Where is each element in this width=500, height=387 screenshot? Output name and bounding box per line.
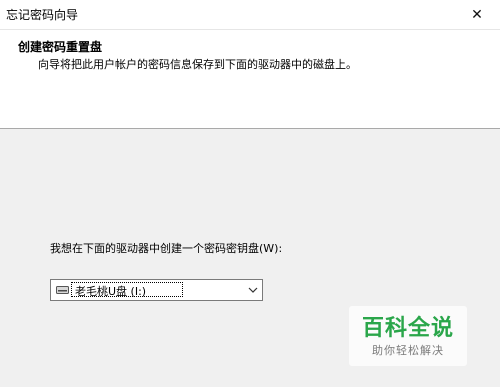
drive-prompt-label: 我想在下面的驱动器中创建一个密码密钥盘(W): (50, 242, 283, 255)
close-icon: ✕ (471, 6, 483, 23)
window-title: 忘记密码向导 (6, 8, 79, 22)
watermark-subtitle: 助你轻松解决 (372, 344, 444, 357)
wizard-header: 创建密码重置盘 向导将把此用户帐户的密码信息保存到下面的驱动器中的磁盘上。 (0, 30, 500, 129)
drive-select[interactable]: 老毛桃U盘 (I:) (50, 279, 263, 301)
close-button[interactable]: ✕ (454, 0, 500, 29)
chevron-down-icon[interactable] (248, 285, 258, 295)
title-bar: 忘记密码向导 ✕ (0, 0, 500, 30)
watermark-logo: 百科全说 助你轻松解决 (349, 306, 467, 366)
page-heading: 创建密码重置盘 (18, 40, 103, 54)
usb-drive-icon (56, 286, 69, 294)
page-description: 向导将把此用户帐户的密码信息保存到下面的驱动器中的磁盘上。 (38, 58, 357, 71)
drive-select-value: 老毛桃U盘 (I:) (75, 285, 147, 298)
watermark-title: 百科全说 (361, 316, 454, 341)
